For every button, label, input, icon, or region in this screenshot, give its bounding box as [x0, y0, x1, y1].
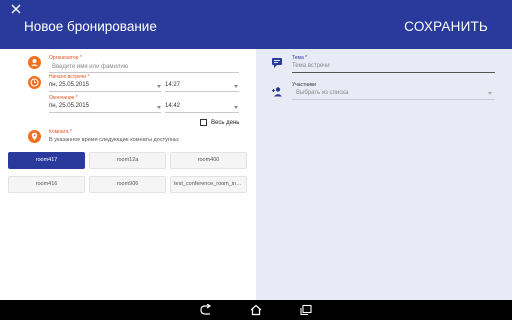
page-title: Новое бронирование: [24, 19, 157, 34]
room-option-room400[interactable]: room400: [170, 152, 247, 169]
end-date-underline: [49, 112, 161, 113]
chevron-down-icon: [488, 92, 492, 95]
location-pin-icon: [28, 130, 41, 143]
organizer-label: Организатор *: [49, 55, 82, 61]
topic-label: Тема *: [292, 55, 308, 61]
topic-underline: [292, 72, 495, 73]
close-icon[interactable]: [10, 3, 22, 15]
participants-label: Участники: [292, 82, 316, 88]
end-time-select[interactable]: 14:42: [165, 103, 180, 109]
chevron-down-icon: [157, 85, 161, 88]
chevron-down-icon: [234, 85, 238, 88]
start-time-underline: [165, 91, 239, 92]
back-icon[interactable]: [199, 304, 213, 316]
organizer-input[interactable]: Введите имя или фамилию: [52, 64, 128, 70]
end-time-underline: [165, 112, 239, 113]
participants-select[interactable]: Выбрать из списка: [296, 90, 348, 96]
room-option-room416[interactable]: room416: [8, 176, 85, 193]
start-time-select[interactable]: 14:27: [165, 82, 180, 88]
add-participant-icon: [272, 87, 282, 97]
system-nav-bar: [0, 300, 512, 320]
room-label: Комната *: [49, 129, 72, 135]
home-icon[interactable]: [249, 304, 263, 316]
all-day-label: Весь день: [211, 120, 240, 126]
room-option-room906[interactable]: room906: [89, 176, 166, 193]
chevron-down-icon: [234, 106, 238, 109]
app-bar: Новое бронирование СОХРАНИТЬ: [0, 0, 512, 49]
end-date-select[interactable]: пн, 25.05.2015: [49, 103, 89, 109]
participants-underline: [292, 99, 495, 100]
end-label: Окончание *: [49, 95, 78, 101]
person-icon: [28, 56, 41, 69]
topic-icon: [272, 58, 282, 68]
room-hint: В указанное время следующие комнаты дост…: [49, 137, 180, 143]
all-day-checkbox[interactable]: [200, 119, 207, 126]
topic-input[interactable]: Тема встречи: [292, 63, 330, 69]
start-date-select[interactable]: пн, 25.05.2015: [49, 82, 89, 88]
start-label: Начало встречи *: [49, 74, 90, 80]
save-button[interactable]: СОХРАНИТЬ: [404, 19, 488, 34]
room-option-test-conference[interactable]: test_conference_room_in_...: [170, 176, 247, 193]
chevron-down-icon: [157, 106, 161, 109]
clock-icon: [28, 76, 41, 89]
start-date-underline: [49, 91, 161, 92]
organizer-underline: [49, 72, 239, 73]
room-option-room417[interactable]: room417: [8, 152, 85, 169]
recents-icon[interactable]: [299, 304, 313, 316]
room-option-room12a[interactable]: room12a: [89, 152, 166, 169]
